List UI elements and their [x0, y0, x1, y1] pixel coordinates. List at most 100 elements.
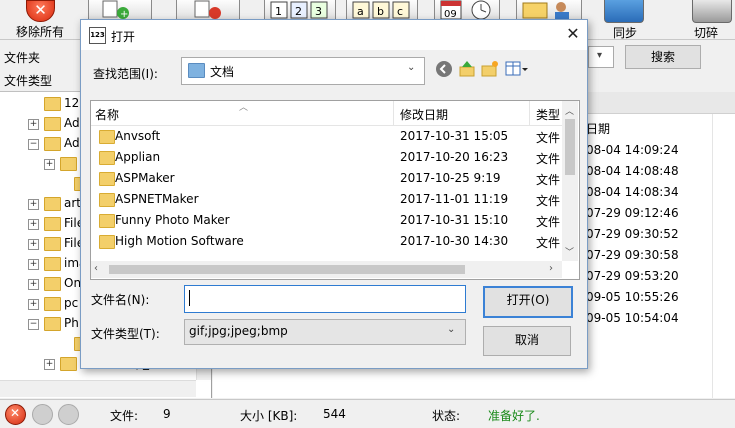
expand-icon[interactable]: + [44, 159, 55, 170]
file-type: 文件 [536, 215, 561, 229]
file-date-cell[interactable]: 07-29 09:12:46 [586, 206, 679, 220]
open-button[interactable]: 打开(O) [483, 286, 573, 318]
folder-icon [44, 97, 61, 111]
collapse-icon[interactable]: − [28, 139, 39, 150]
collapse-icon[interactable]: − [28, 319, 39, 330]
remove-all-button[interactable]: ✕ 移除所有 [0, 0, 80, 40]
file-date-cell[interactable]: 07-29 09:30:58 [586, 248, 679, 262]
file-name: ASPMaker [115, 171, 175, 185]
expand-icon[interactable]: + [28, 199, 39, 210]
documents-folder-icon [188, 63, 205, 78]
tree-horizontal-scrollbar[interactable] [0, 380, 196, 397]
file-row[interactable]: ASPMaker 2017-10-25 9:19 文件 [91, 168, 563, 189]
shred-button[interactable]: 切碎 [684, 0, 735, 40]
file-date-cell[interactable]: 08-04 14:08:48 [586, 164, 679, 178]
tree-item-label: 12 [64, 96, 80, 110]
folder-icon [44, 117, 61, 131]
tree-item-label: pc [64, 296, 79, 310]
file-date-cell[interactable]: 09-05 10:54:04 [586, 311, 679, 325]
remove-image-icon [194, 0, 221, 19]
file-list-vertical-scrollbar[interactable]: ︿ ﹀ [562, 101, 578, 261]
file-date-cell[interactable]: 08-04 14:08:34 [586, 185, 679, 199]
expand-icon[interactable]: + [28, 299, 39, 310]
gear-icon [692, 0, 732, 23]
new-folder-icon[interactable] [481, 60, 499, 78]
folder-icon [60, 157, 77, 171]
filetype-dropdown[interactable]: gif;jpg;jpeg;bmp ⌄ [184, 319, 466, 345]
folder-icon [44, 317, 61, 331]
file-list[interactable]: ︿ 名称 修改日期 类型 Anvsoft 2017-10-31 15:05 文件 Ap… [90, 100, 580, 280]
view-menu-icon[interactable] [505, 60, 529, 78]
file-row[interactable]: Applian 2017-10-20 16:23 文件 [91, 147, 563, 168]
name-column-header[interactable]: 名称 [95, 106, 119, 123]
stop-icon[interactable]: ✕ [5, 404, 26, 425]
cancel-button[interactable]: 取消 [483, 326, 571, 356]
file-date-cell[interactable]: 07-29 09:30:52 [586, 227, 679, 241]
file-modified: 2017-10-20 16:23 [400, 150, 509, 164]
expand-icon[interactable]: + [28, 119, 39, 130]
type-column-header[interactable]: 类型 [536, 106, 560, 123]
file-list-scrollbar[interactable] [712, 114, 735, 398]
size-label: 大小 [KB]: [240, 409, 298, 423]
folder-icon [99, 151, 115, 165]
modified-column-header[interactable]: 修改日期 [400, 106, 448, 123]
file-date-cell[interactable]: 09-05 10:55:26 [586, 290, 679, 304]
file-list-columns: ︿ 名称 修改日期 类型 [91, 101, 563, 126]
file-date-cell[interactable]: 07-29 09:53:20 [586, 269, 679, 283]
filetype-label: 文件类型 [4, 74, 53, 88]
svg-text:3: 3 [315, 5, 322, 18]
expand-icon[interactable]: + [28, 279, 39, 290]
pause-icon[interactable] [32, 404, 53, 425]
file-row[interactable]: Funny Photo Maker 2017-10-31 15:10 文件 [91, 210, 563, 231]
file-row[interactable]: Anvsoft 2017-10-31 15:05 文件 [91, 126, 563, 147]
expand-icon[interactable]: + [44, 359, 55, 370]
folder-icon [44, 277, 61, 291]
tree-item-label: Ph [64, 316, 79, 330]
play-icon[interactable] [58, 404, 79, 425]
expand-icon[interactable]: + [28, 259, 39, 270]
lookin-dropdown[interactable]: 文档 ⌄ [181, 57, 425, 85]
filename-input[interactable] [184, 285, 466, 313]
remove-all-label: 移除所有 [15, 25, 64, 39]
expand-icon[interactable]: + [28, 239, 39, 250]
state-value: 准备好了. [488, 409, 540, 423]
shred-label: 切碎 [694, 26, 719, 40]
chevron-down-icon: ⌄ [407, 62, 416, 73]
file-type: 文件 [536, 194, 561, 208]
svg-text:2: 2 [295, 5, 302, 18]
search-button[interactable]: 搜索 [625, 45, 701, 69]
add-image-icon: + [102, 0, 129, 20]
sync-button[interactable]: 同步 [596, 0, 654, 40]
file-name: High Motion Software [115, 234, 244, 248]
date-column-header[interactable]: 日期 [586, 120, 610, 137]
folder-icon [99, 193, 115, 207]
up-folder-icon[interactable] [458, 60, 476, 78]
file-type: 文件 [536, 131, 561, 145]
folder-icon [44, 237, 61, 251]
chevron-down-icon: ⌄ [447, 324, 456, 335]
file-row[interactable]: High Motion Software 2017-10-30 14:30 文件 [91, 231, 563, 252]
close-icon[interactable]: ✕ [561, 23, 585, 47]
tree-item-label: Ad [64, 136, 80, 150]
folder-icon [44, 297, 61, 311]
folder-icon [44, 217, 61, 231]
back-icon[interactable] [435, 60, 453, 78]
folder-label: 文件夹 [4, 51, 41, 65]
svg-text:a: a [357, 5, 364, 18]
filename-label: 文件名(N): [91, 293, 150, 307]
file-date-cell[interactable]: 08-04 14:09:24 [586, 143, 679, 157]
file-row[interactable]: ASPNETMaker 2017-11-01 11:19 文件 [91, 189, 563, 210]
folder-icon [44, 197, 61, 211]
folder-icon [44, 137, 61, 151]
file-list-horizontal-scrollbar[interactable]: ‹ › [91, 261, 562, 278]
expand-icon[interactable]: + [28, 219, 39, 230]
search-scope-dropdown[interactable]: ▾ [588, 46, 614, 68]
file-modified: 2017-10-25 9:19 [400, 171, 501, 185]
files-count-value: 9 [163, 407, 171, 421]
folder-icon [99, 130, 115, 144]
file-modified: 2017-11-01 11:19 [400, 192, 509, 206]
file-name: ASPNETMaker [115, 192, 199, 206]
number-icon: 123 [270, 1, 328, 19]
dialog-title-bar[interactable]: 123 打开 ✕ [81, 20, 587, 50]
file-type: 文件 [536, 236, 561, 250]
